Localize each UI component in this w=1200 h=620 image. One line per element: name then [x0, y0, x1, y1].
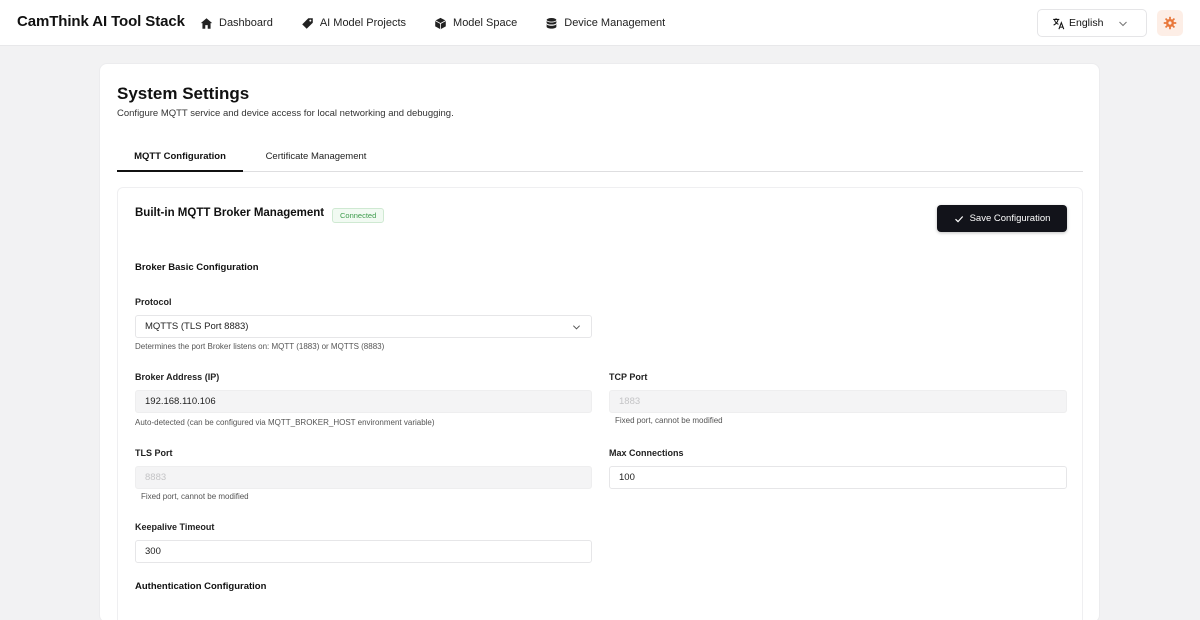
status-badge: Connected [332, 208, 385, 223]
max-connections-label: Max Connections [609, 448, 684, 458]
page-subtitle: Configure MQTT service and device access… [117, 108, 454, 119]
translate-icon [1053, 17, 1065, 29]
keepalive-timeout-label: Keepalive Timeout [135, 522, 215, 532]
tcp-port-field: 1883 [609, 390, 1067, 413]
nav-item-label: Model Space [453, 17, 518, 29]
check-icon [954, 215, 963, 222]
gear-icon [1163, 16, 1177, 30]
protocol-label: Protocol [135, 297, 172, 307]
protocol-value: MQTTS (TLS Port 8883) [145, 321, 249, 332]
keepalive-timeout-value: 300 [145, 546, 161, 557]
cube-icon [435, 17, 447, 29]
main-nav: Dashboard AI Model Projects Model Space … [200, 0, 693, 46]
settings-tabs: MQTT Configuration Certificate Managemen… [117, 146, 1083, 172]
tab-mqtt-configuration[interactable]: MQTT Configuration [117, 146, 243, 172]
tcp-port-label: TCP Port [609, 372, 648, 382]
nav-item-dashboard[interactable]: Dashboard [200, 17, 273, 30]
broker-address-hint: Auto-detected (can be configured via MQT… [135, 418, 435, 427]
home-icon [200, 17, 213, 29]
nav-item-device-management[interactable]: Device Management [545, 17, 665, 30]
tcp-port-value: 1883 [619, 396, 641, 407]
broker-address-value: 192.168.110.106 [145, 396, 216, 407]
protocol-hint: Determines the port Broker listens on: M… [135, 342, 385, 351]
tcp-port-hint: Fixed port, cannot be modified [615, 416, 723, 425]
save-button-label: Save Configuration [969, 213, 1051, 224]
nav-item-ai-model-projects[interactable]: AI Model Projects [301, 17, 406, 30]
app-brand[interactable]: CamThink AI Tool Stack [17, 13, 185, 30]
nav-item-model-space[interactable]: Model Space [434, 17, 517, 30]
nav-item-label: AI Model Projects [319, 17, 407, 29]
tls-port-field: 8883 [135, 466, 592, 489]
database-icon [546, 17, 557, 29]
max-connections-value: 100 [619, 472, 635, 483]
protocol-select[interactable]: MQTTS (TLS Port 8883) [135, 315, 592, 338]
settings-card: System Settings Configure MQTT service a… [99, 63, 1100, 620]
tls-port-hint: Fixed port, cannot be modified [141, 492, 249, 501]
tls-port-value: 8883 [145, 472, 167, 483]
broker-basic-config-title: Broker Basic Configuration [135, 262, 259, 273]
top-navbar: CamThink AI Tool Stack Dashboard AI Mode… [0, 0, 1200, 46]
save-configuration-button[interactable]: Save Configuration [937, 205, 1067, 232]
nav-item-label: Dashboard [219, 17, 273, 29]
language-label: English [1069, 17, 1104, 29]
language-select[interactable]: English [1037, 9, 1147, 37]
max-connections-input[interactable]: 100 [609, 466, 1067, 489]
tag-icon [302, 17, 313, 29]
settings-button[interactable] [1157, 10, 1183, 36]
broker-address-field[interactable]: 192.168.110.106 [135, 390, 592, 413]
authentication-config-title: Authentication Configuration [135, 581, 267, 592]
broker-title: Built-in MQTT Broker Management [135, 207, 325, 219]
keepalive-timeout-input[interactable]: 300 [135, 540, 592, 563]
tab-certificate-management[interactable]: Certificate Management [251, 146, 381, 172]
page-title: System Settings [117, 84, 250, 103]
broker-panel: Built-in MQTT Broker Management Connecte… [117, 187, 1083, 620]
chevron-down-icon [572, 325, 581, 330]
tls-port-label: TLS Port [135, 448, 173, 458]
chevron-down-icon [1119, 21, 1127, 27]
nav-item-label: Device Management [564, 17, 666, 29]
broker-address-label: Broker Address (IP) [135, 372, 220, 382]
